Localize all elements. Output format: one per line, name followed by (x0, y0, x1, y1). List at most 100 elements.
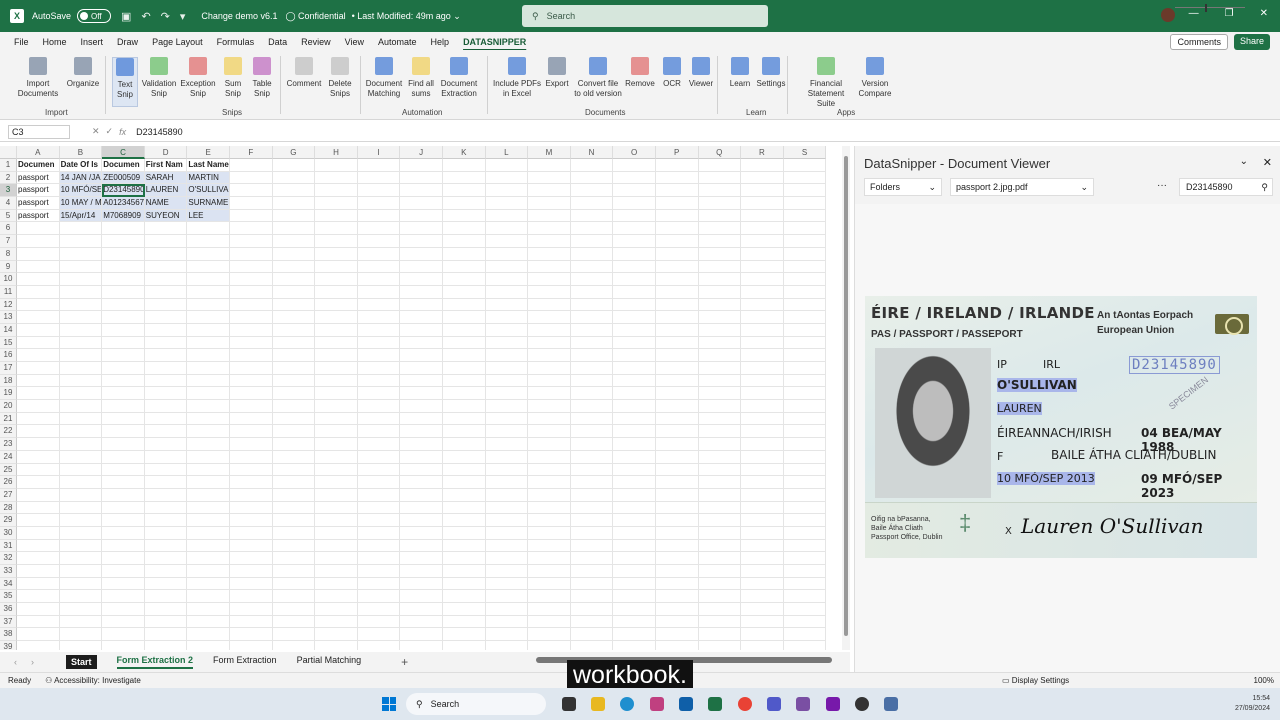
display-settings[interactable]: ▭ Display Settings (1002, 676, 1069, 685)
sheet-tab-partial-matching[interactable]: Partial Matching (297, 655, 362, 669)
cell-q8[interactable] (698, 247, 742, 261)
document-viewer[interactable]: ÉIRE / IRELAND / IRLANDE PAS / PASSPORT … (855, 204, 1280, 672)
cell-a3[interactable]: passport (17, 184, 60, 198)
cell-o22[interactable] (613, 425, 656, 439)
cell-s27[interactable] (783, 488, 827, 502)
cell-l28[interactable] (485, 501, 529, 515)
cell-i11[interactable] (357, 285, 401, 299)
cell-j32[interactable] (400, 552, 443, 565)
cell-a27[interactable] (17, 488, 60, 502)
cell-r35[interactable] (741, 590, 784, 604)
cell-d12[interactable] (144, 298, 188, 312)
cell-h35[interactable] (315, 590, 358, 604)
settings-button[interactable]: Settings (743, 57, 799, 89)
cell-c34[interactable] (102, 577, 145, 591)
cell-g11[interactable] (272, 285, 316, 299)
cell-j18[interactable] (400, 374, 443, 388)
cell-j29[interactable] (400, 514, 443, 527)
row-header[interactable]: 37 (0, 615, 17, 629)
row-header[interactable]: 5 (0, 209, 17, 223)
cell-b13[interactable] (59, 311, 103, 324)
cell-g21[interactable] (272, 412, 316, 426)
cell-n17[interactable] (570, 362, 614, 375)
cell-i28[interactable] (357, 501, 401, 515)
cell-h16[interactable] (315, 349, 358, 362)
cell-r20[interactable] (741, 400, 784, 413)
cell-o8[interactable] (613, 247, 656, 261)
cell-h18[interactable] (315, 374, 358, 388)
cell-b38[interactable] (59, 628, 103, 642)
cell-a23[interactable] (17, 438, 60, 451)
cell-c17[interactable] (102, 362, 145, 375)
cell-l20[interactable] (485, 400, 529, 413)
customize-qat-icon[interactable]: ▾ (180, 10, 186, 23)
cell-c14[interactable] (102, 323, 145, 337)
cell-l9[interactable] (485, 260, 529, 274)
cell-g5[interactable] (272, 209, 316, 223)
last-modified[interactable]: • Last Modified: 49m ago ⌄ (352, 11, 461, 22)
cell-f11[interactable] (229, 285, 273, 299)
cell-j11[interactable] (400, 285, 443, 299)
cell-j1[interactable] (400, 159, 443, 172)
cell-f4[interactable] (229, 197, 273, 210)
cell-k6[interactable] (442, 222, 486, 236)
cell-r17[interactable] (741, 362, 784, 375)
cell-j13[interactable] (400, 311, 443, 324)
column-header-j[interactable]: J (400, 146, 443, 159)
cell-s16[interactable] (783, 349, 827, 362)
cell-j28[interactable] (400, 501, 443, 515)
cell-f23[interactable] (229, 438, 273, 451)
cell-j4[interactable] (400, 197, 443, 210)
cell-a38[interactable] (17, 628, 60, 642)
cell-l23[interactable] (485, 438, 529, 451)
app-icon-2[interactable] (884, 697, 898, 711)
cell-o10[interactable] (613, 273, 656, 286)
cell-c12[interactable] (102, 298, 145, 312)
cell-n4[interactable] (570, 197, 614, 210)
file-explorer-icon[interactable] (591, 697, 605, 711)
cell-i32[interactable] (357, 552, 401, 565)
cell-i10[interactable] (357, 273, 401, 286)
cell-a32[interactable] (17, 552, 60, 565)
cell-a34[interactable] (17, 577, 60, 591)
cell-j20[interactable] (400, 400, 443, 413)
snipping-tool-icon[interactable] (796, 697, 810, 711)
cell-c38[interactable] (102, 628, 145, 642)
close-icon[interactable]: ✕ (1263, 156, 1272, 169)
cell-c36[interactable] (102, 603, 145, 616)
cell-m30[interactable] (528, 526, 571, 540)
cell-b26[interactable] (59, 476, 103, 489)
cell-l6[interactable] (485, 222, 529, 236)
cell-i16[interactable] (357, 349, 401, 362)
cell-m22[interactable] (528, 425, 571, 439)
sensitivity-label[interactable]: ◯ Confidential (285, 11, 345, 22)
cell-d3[interactable]: LAUREN (144, 184, 188, 198)
cell-e31[interactable] (187, 539, 230, 553)
cell-f39[interactable] (230, 641, 273, 650)
cell-c5[interactable]: M7068909 (102, 209, 145, 223)
cell-f38[interactable] (229, 628, 273, 642)
cell-e37[interactable] (187, 615, 230, 629)
cell-f31[interactable] (229, 539, 273, 553)
cell-n16[interactable] (570, 349, 614, 362)
cell-j31[interactable] (400, 539, 443, 553)
document-extraction-button[interactable]: Document Extraction (431, 57, 487, 99)
onenote-icon[interactable] (826, 697, 840, 711)
cell-b29[interactable] (59, 514, 103, 527)
cell-o26[interactable] (613, 476, 656, 489)
folders-dropdown[interactable]: Folders ⌄ (864, 178, 942, 196)
cell-a7[interactable] (17, 235, 60, 248)
cell-d31[interactable] (144, 539, 188, 553)
cell-b33[interactable] (59, 565, 103, 578)
cell-c4[interactable]: A01234567 (102, 197, 145, 210)
cell-s10[interactable] (783, 273, 827, 286)
cell-o6[interactable] (613, 222, 656, 236)
cell-m39[interactable] (528, 641, 571, 650)
cell-s13[interactable] (783, 311, 827, 324)
cell-n8[interactable] (570, 247, 614, 261)
column-header-f[interactable]: F (229, 146, 273, 159)
cell-i36[interactable] (357, 603, 401, 616)
cell-o24[interactable] (613, 450, 656, 464)
column-header-i[interactable]: I (357, 146, 401, 159)
cell-l27[interactable] (485, 488, 529, 502)
